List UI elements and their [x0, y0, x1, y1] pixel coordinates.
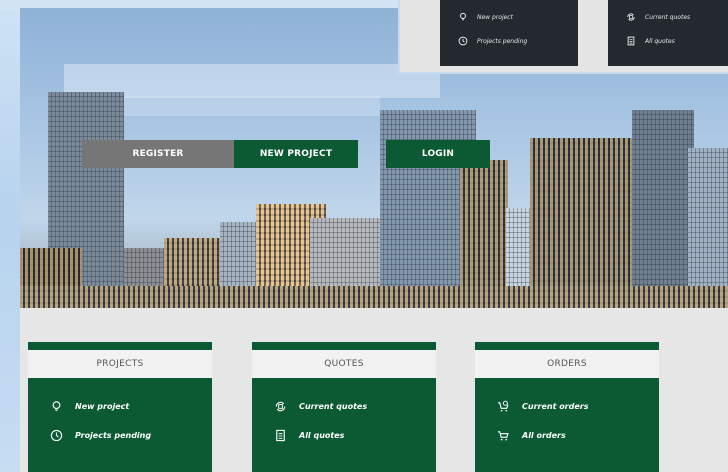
- card-accent-strip: [475, 342, 659, 350]
- lightbulb-icon: [52, 401, 61, 411]
- orders-card-title: ORDERS: [475, 350, 659, 378]
- page: REGISTER NEW PROJECT LOGIN PROJECTS New …: [20, 8, 728, 472]
- overlay-new-project-label: New project: [477, 13, 513, 21]
- overlay-projects-pending-label: Projects pending: [477, 37, 528, 45]
- cart-icon: [497, 431, 509, 441]
- skyline-building: [530, 138, 634, 308]
- clock-icon: [458, 36, 468, 46]
- all-orders-link[interactable]: All orders: [497, 429, 566, 442]
- overlay-projects-pending-link[interactable]: Projects pending: [458, 36, 527, 46]
- cart-clock-icon: [497, 400, 509, 412]
- projects-pending-link-label: Projects pending: [75, 431, 152, 440]
- card-accent-strip: [252, 342, 436, 350]
- skyline-building: [632, 110, 694, 308]
- login-button[interactable]: LOGIN: [386, 140, 490, 168]
- current-orders-link-label: Current orders: [522, 402, 589, 411]
- new-project-link-label: New project: [75, 402, 130, 411]
- overlay-current-quotes-link[interactable]: Current quotes: [626, 12, 690, 22]
- register-button[interactable]: REGISTER: [82, 140, 234, 168]
- clock-icon: [50, 429, 63, 442]
- overlay-new-project-link[interactable]: New project: [458, 12, 513, 22]
- quotes-card-title: QUOTES: [252, 350, 436, 378]
- orders-card-body: [475, 378, 659, 472]
- overlay-panel: New project Projects pending Current quo…: [398, 0, 728, 74]
- overlay-projects-card: New project Projects pending: [440, 0, 578, 66]
- current-quotes-link-label: Current quotes: [299, 402, 368, 411]
- skyline-building: [20, 286, 728, 308]
- quote-refresh-icon: [275, 401, 286, 412]
- current-quotes-link[interactable]: Current quotes: [274, 400, 367, 413]
- hero-haze-secondary: [80, 96, 380, 116]
- document-icon: [276, 429, 285, 442]
- overlay-quotes-card: Current quotes All quotes: [608, 0, 728, 66]
- quotes-card: QUOTES Current quotes All quotes: [252, 342, 436, 472]
- new-project-button[interactable]: NEW PROJECT: [234, 140, 358, 168]
- projects-card-title: PROJECTS: [28, 350, 212, 378]
- projects-card-body: [28, 378, 212, 472]
- lightbulb-icon: [460, 12, 466, 21]
- new-project-link[interactable]: New project: [50, 400, 129, 413]
- projects-pending-link[interactable]: Projects pending: [50, 429, 151, 442]
- document-icon: [627, 36, 635, 46]
- all-orders-link-label: All orders: [522, 431, 566, 440]
- overlay-all-quotes-label: All quotes: [645, 37, 675, 45]
- card-accent-strip: [28, 342, 212, 350]
- overlay-current-quotes-label: Current quotes: [645, 13, 691, 21]
- all-quotes-link-label: All quotes: [299, 431, 345, 440]
- all-quotes-link[interactable]: All quotes: [274, 429, 344, 442]
- current-orders-link[interactable]: Current orders: [497, 400, 589, 413]
- quote-refresh-icon: [627, 13, 635, 21]
- orders-card: ORDERS Current orders All orders: [475, 342, 659, 472]
- skyline-building: [688, 148, 728, 308]
- overlay-all-quotes-link[interactable]: All quotes: [626, 36, 675, 46]
- projects-card: PROJECTS New project Projects pending: [28, 342, 212, 472]
- quotes-card-body: [252, 378, 436, 472]
